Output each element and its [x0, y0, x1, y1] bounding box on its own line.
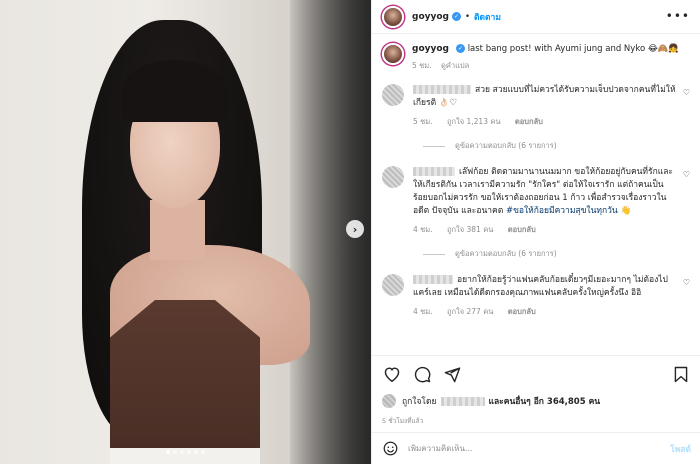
post-photo[interactable]: › — [0, 0, 371, 464]
carousel-dot — [187, 450, 191, 454]
verified-badge-icon: ✓ — [455, 44, 465, 53]
heart-icon[interactable] — [382, 364, 402, 384]
post-actions: ถูกใจโดย และคนอื่นๆ อีก 364,805 คน 5 ชั่… — [372, 355, 700, 426]
post-time-ago[interactable]: 5 ชั่วโมงที่แล้ว — [382, 416, 691, 426]
comment: เล๊ฟก้อย ติดตามมานานนมมาก ขอให้ก้อยอยู่ก… — [372, 166, 700, 236]
reply-button[interactable]: ตอบกลับ — [508, 307, 536, 316]
post-sidebar: goyyog ✓ • ติดตาม ••• goyyog ✓ last bang … — [371, 0, 700, 464]
caption-username[interactable]: goyyog — [412, 44, 449, 54]
commenter-avatar[interactable] — [382, 84, 404, 106]
caption: goyyog ✓ last bang post! with Ayumi jung … — [372, 34, 700, 72]
view-replies-button[interactable]: ดูข้อความตอบกลับ (6 รายการ) — [372, 140, 700, 152]
more-options-icon[interactable]: ••• — [666, 9, 690, 23]
comment-time: 5 ชม. — [413, 117, 433, 126]
carousel-dot — [201, 450, 205, 454]
carousel-dot — [180, 450, 184, 454]
hashtag-link[interactable]: #ขอให้ก้อยมีความสุขในทุกวัน — [506, 206, 618, 216]
share-icon[interactable] — [442, 364, 462, 384]
comment-likes[interactable]: ถูกใจ 277 คน — [447, 307, 493, 316]
verified-badge-icon: ✓ — [451, 12, 461, 21]
post-comment-button[interactable]: โพสต์ — [670, 442, 691, 456]
view-replies-label: ดูข้อความตอบกลับ (6 รายการ) — [455, 249, 557, 258]
comment-emoji: 👋 — [620, 206, 632, 216]
post-header: goyyog ✓ • ติดตาม ••• — [372, 0, 700, 34]
commenter-avatar[interactable] — [382, 166, 404, 188]
view-replies-button[interactable]: ดูข้อความตอบกลับ (6 รายการ) — [372, 248, 700, 260]
separator-dot: • — [464, 11, 470, 22]
heart-icon[interactable]: ♡ — [683, 88, 690, 97]
reply-button[interactable]: ตอบกลับ — [508, 225, 536, 234]
commenter-avatar[interactable] — [382, 274, 404, 296]
blurred-username[interactable] — [413, 85, 471, 94]
translate-link[interactable]: ดูคำแปล — [441, 61, 469, 70]
blurred-username[interactable] — [413, 167, 455, 176]
heart-icon[interactable]: ♡ — [683, 170, 690, 179]
liker-avatar[interactable] — [382, 394, 396, 408]
blurred-username[interactable] — [413, 275, 453, 284]
carousel-dot — [194, 450, 198, 454]
caption-time: 5 ชม. — [412, 61, 432, 70]
likes-summary: ถูกใจโดย และคนอื่นๆ อีก 364,805 คน — [382, 394, 691, 408]
likes-prefix: ถูกใจโดย — [402, 397, 437, 407]
carousel-dot-active — [166, 450, 170, 454]
heart-icon[interactable]: ♡ — [683, 278, 690, 287]
divider — [423, 253, 445, 255]
avatar[interactable] — [382, 5, 404, 28]
next-photo-button[interactable]: › — [346, 220, 364, 238]
follow-button[interactable]: ติดตาม — [474, 10, 501, 24]
carousel-dot — [173, 450, 177, 454]
chevron-right-icon: › — [352, 222, 358, 236]
add-comment-bar: โพสต์ — [372, 432, 700, 464]
photo-neck — [150, 200, 205, 260]
caption-text: last bang post! with Ayumi jung and Nyko… — [467, 44, 679, 54]
emoji-icon[interactable] — [382, 441, 398, 457]
photo-halter-top — [110, 300, 260, 450]
likes-count[interactable]: และคนอื่นๆ อีก 364,805 คน — [489, 394, 601, 408]
view-replies-label: ดูข้อความตอบกลับ (6 รายการ) — [455, 141, 557, 150]
comment-likes[interactable]: ถูกใจ 381 คน — [447, 225, 493, 234]
bookmark-icon[interactable] — [671, 364, 691, 384]
comment: สวย สวยแบบที่ไม่ควรได้รับความเจ็บปวดจากค… — [372, 84, 700, 128]
carousel-dots — [166, 450, 205, 454]
comment: อยากให้ก้อยรู้ว่าแฟนคลับก้อยเดี๋ยวๆมีเยอ… — [372, 274, 700, 318]
comment-input[interactable] — [408, 444, 671, 453]
caption-avatar[interactable] — [382, 43, 404, 65]
blurred-liker-name[interactable] — [440, 396, 485, 406]
photo-bangs — [122, 60, 228, 122]
comment-icon[interactable] — [412, 364, 432, 384]
username[interactable]: goyyog — [412, 12, 449, 22]
divider — [423, 145, 445, 147]
reply-button[interactable]: ตอบกลับ — [515, 117, 543, 126]
comment-time: 4 ชม. — [413, 225, 433, 234]
comment-likes[interactable]: ถูกใจ 1,213 คน — [447, 117, 501, 126]
comment-time: 4 ชม. — [413, 307, 433, 316]
